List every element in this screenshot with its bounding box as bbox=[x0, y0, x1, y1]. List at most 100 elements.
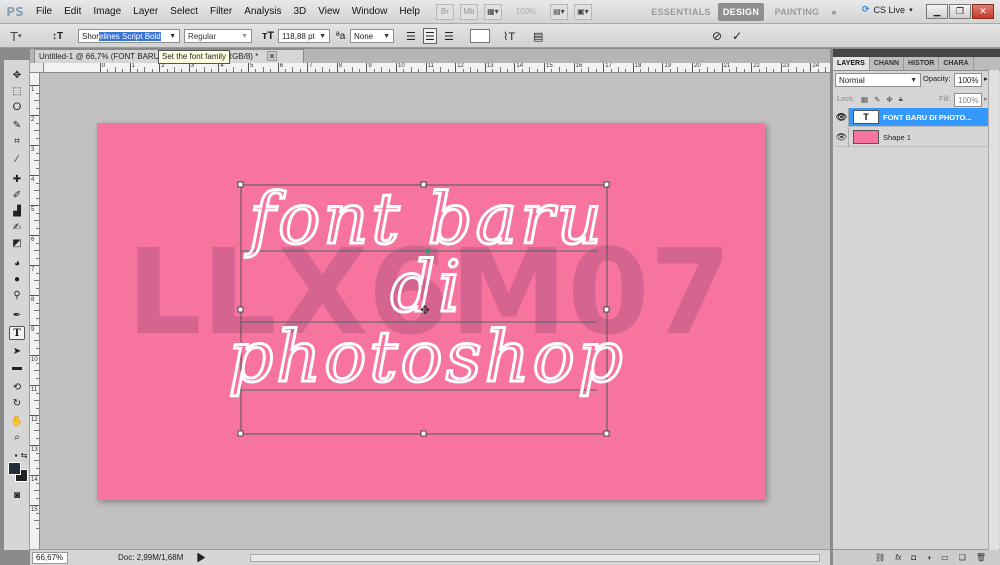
menu-help[interactable]: Help bbox=[393, 0, 426, 24]
vertical-ruler[interactable]: 1 2 3 4 5 6 7 8 9 10 11 12 13 14 15 bbox=[30, 73, 40, 549]
ruler-tick bbox=[30, 175, 39, 176]
opacity-field[interactable]: 100% bbox=[954, 73, 982, 87]
align-center-button[interactable]: ☰ bbox=[423, 28, 437, 44]
view-extras-button[interactable]: ▦▾ bbox=[483, 3, 502, 20]
lock-position-icon[interactable]: ✥ bbox=[886, 95, 892, 104]
blend-mode-select[interactable]: Normal ▼ bbox=[835, 73, 921, 87]
tab-layers[interactable]: LAYERS bbox=[833, 57, 870, 70]
document-canvas[interactable]: LLX6M07 font baru di photoshop ✥ bbox=[97, 123, 765, 500]
clone-stamp-tool-icon[interactable]: ▟ bbox=[9, 204, 25, 218]
workspace-essentials[interactable]: ESSENTIALS bbox=[648, 3, 714, 21]
eyedropper-tool-icon[interactable]: ⁄ bbox=[9, 152, 25, 166]
text-color-swatch[interactable] bbox=[470, 29, 490, 43]
status-menu-arrow-icon[interactable] bbox=[197, 552, 206, 563]
menu-image[interactable]: Image bbox=[87, 0, 127, 24]
menu-3d[interactable]: 3D bbox=[287, 0, 312, 24]
minimize-button[interactable]: ▁ bbox=[926, 4, 948, 19]
ruler-minor-tick bbox=[699, 69, 701, 72]
chevron-down-icon: ▾ bbox=[909, 6, 913, 14]
restore-button[interactable]: ❐ bbox=[949, 4, 971, 19]
ruler-minor-tick bbox=[36, 197, 39, 199]
marquee-tool-icon[interactable]: ⬚ bbox=[9, 84, 25, 98]
lock-image-icon[interactable]: ✎ bbox=[874, 95, 880, 104]
close-button[interactable]: ✕ bbox=[972, 4, 994, 19]
commit-edits-icon[interactable]: ✓ bbox=[732, 28, 742, 44]
close-tab-icon[interactable]: ✕ bbox=[267, 51, 277, 61]
workspace-more[interactable]: » bbox=[826, 3, 842, 21]
workspace-design[interactable]: DESIGN bbox=[718, 3, 764, 21]
adjustment-layer-icon[interactable]: ◑ bbox=[926, 553, 931, 562]
font-family-field[interactable]: Shorelines Script Bold ▼ bbox=[78, 29, 180, 43]
ruler-minor-tick bbox=[36, 182, 39, 184]
path-selection-tool-icon[interactable]: ➤ bbox=[9, 344, 25, 358]
3d-orbit-tool-icon[interactable]: ↻ bbox=[9, 396, 25, 410]
zoom-tool-icon[interactable]: ⌕ bbox=[9, 430, 25, 444]
tab-character[interactable]: CHARA bbox=[939, 57, 974, 70]
character-panel-icon[interactable]: ▤ bbox=[533, 28, 543, 44]
menu-file[interactable]: File bbox=[30, 0, 58, 24]
move-tool-icon[interactable]: ✥ bbox=[9, 68, 25, 82]
font-size-field[interactable]: 118,88 pt ▼ bbox=[278, 29, 330, 43]
rectangle-tool-icon[interactable]: ▬ bbox=[9, 360, 25, 374]
screen-mode-button[interactable]: ▣▾ bbox=[573, 3, 592, 20]
menu-edit[interactable]: Edit bbox=[58, 0, 87, 24]
layer-style-icon[interactable]: fx bbox=[895, 553, 901, 562]
layer-row-text[interactable]: 👁︎ T FONT BARU DI PHOTO... bbox=[835, 107, 997, 127]
trash-icon[interactable]: 🗑︎ bbox=[976, 553, 986, 562]
crop-tool-icon[interactable]: ⌗ bbox=[9, 134, 25, 148]
quick-selection-tool-icon[interactable]: ✎ bbox=[9, 118, 25, 132]
foreground-color-swatch[interactable] bbox=[8, 462, 21, 475]
cancel-edits-icon[interactable]: ⊘ bbox=[712, 28, 722, 44]
ruler-minor-tick bbox=[34, 280, 39, 281]
anti-alias-field[interactable]: None ▼ bbox=[350, 29, 394, 43]
panel-scrollbar[interactable] bbox=[988, 70, 999, 550]
type-tool-preset-icon[interactable]: T ▾ bbox=[10, 28, 21, 44]
fill-field[interactable]: 100% bbox=[954, 93, 982, 107]
cs-live-button[interactable]: ⟳ CS Live ▾ bbox=[862, 4, 913, 15]
new-group-icon[interactable]: ▭ bbox=[941, 553, 949, 562]
arrange-documents-button[interactable]: ▤▾ bbox=[549, 3, 568, 20]
launch-bridge-button[interactable]: Br bbox=[435, 3, 454, 20]
eye-icon[interactable]: 👁︎ bbox=[835, 107, 849, 127]
zoom-field[interactable]: 66,67% bbox=[32, 551, 68, 564]
launch-minibridge-button[interactable]: Mb bbox=[459, 3, 478, 20]
warp-text-icon[interactable]: ⌇T bbox=[503, 28, 515, 44]
dodge-tool-icon[interactable]: ⚲ bbox=[9, 288, 25, 302]
align-left-button[interactable]: ☰ bbox=[406, 28, 416, 44]
menu-filter[interactable]: Filter bbox=[204, 0, 238, 24]
brush-tool-icon[interactable]: ✐ bbox=[9, 188, 25, 202]
tab-history[interactable]: HISTOR bbox=[904, 57, 940, 70]
ruler-origin[interactable] bbox=[30, 63, 44, 73]
pen-tool-icon[interactable]: ✒ bbox=[9, 308, 25, 322]
eye-icon[interactable]: 👁︎ bbox=[835, 127, 849, 147]
layer-row-shape[interactable]: 👁︎ Shape 1 bbox=[835, 127, 997, 147]
workspace-painting[interactable]: PAINTING bbox=[770, 3, 824, 21]
font-style-field[interactable]: Regular ▼ bbox=[184, 29, 252, 43]
type-tool-icon[interactable]: T bbox=[9, 326, 25, 340]
menu-window[interactable]: Window bbox=[346, 0, 394, 24]
lasso-tool-icon[interactable]: ⵔ bbox=[9, 100, 25, 114]
history-brush-tool-icon[interactable]: ✍ bbox=[9, 220, 25, 234]
horizontal-ruler[interactable]: 0 1 2 3 4 5 6 7 8 9 10 11 12 13 14 15 16 17 18 19 20 21 22 23 24 bbox=[44, 63, 830, 73]
lock-all-icon[interactable]: 🔒︎ bbox=[899, 94, 903, 104]
horizontal-scrollbar[interactable] bbox=[250, 554, 820, 562]
menu-select[interactable]: Select bbox=[164, 0, 204, 24]
hand-tool-icon[interactable]: ✋ bbox=[9, 414, 25, 428]
align-right-button[interactable]: ☰ bbox=[444, 28, 454, 44]
menu-view[interactable]: View bbox=[312, 0, 346, 24]
zoom-level[interactable]: 100% bbox=[508, 7, 544, 16]
quick-mask-icon[interactable]: ◙ bbox=[9, 488, 25, 502]
eraser-tool-icon[interactable]: ◩ bbox=[9, 236, 25, 250]
add-mask-icon[interactable]: ◘ bbox=[911, 553, 916, 562]
blur-tool-icon[interactable]: ● bbox=[9, 272, 25, 286]
text-orientation-icon[interactable]: ↕T bbox=[52, 28, 63, 44]
healing-brush-tool-icon[interactable]: ✚ bbox=[9, 172, 25, 186]
3d-rotate-tool-icon[interactable]: ⟲ bbox=[9, 380, 25, 394]
menu-analysis[interactable]: Analysis bbox=[238, 0, 287, 24]
lock-transparent-icon[interactable]: ▦ bbox=[861, 95, 868, 104]
link-layers-icon[interactable]: ⛓ bbox=[875, 553, 885, 562]
tab-channels[interactable]: CHANN bbox=[870, 57, 905, 70]
menu-layer[interactable]: Layer bbox=[127, 0, 164, 24]
new-layer-icon[interactable]: ❏ bbox=[959, 553, 966, 562]
paint-bucket-tool-icon[interactable]: ◕ bbox=[9, 256, 25, 270]
